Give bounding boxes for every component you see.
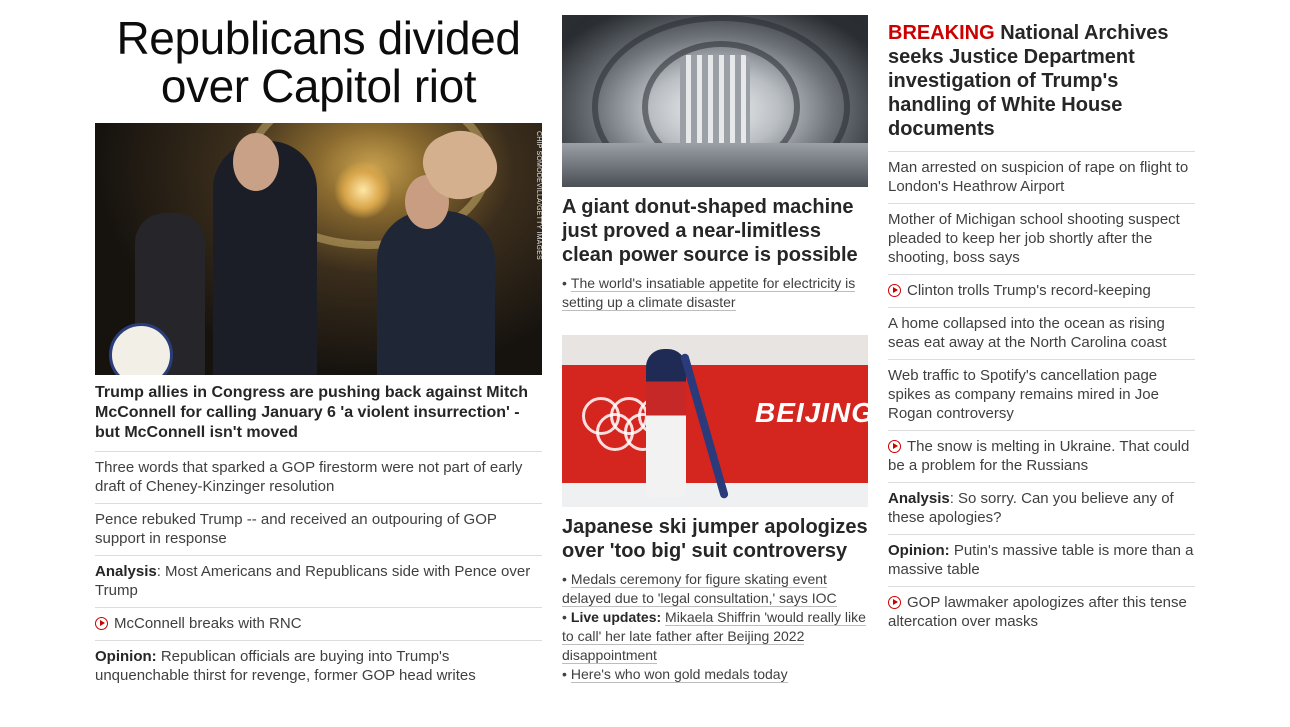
related-item: Medals ceremony for figure skating event… bbox=[562, 570, 868, 608]
headline-item: Web traffic to Spotify's cancellation pa… bbox=[888, 360, 1195, 431]
headline-item: GOP lawmaker apologizes after this tense… bbox=[888, 587, 1195, 638]
headline-tag: Analysis bbox=[95, 563, 157, 580]
live-updates-label: Live updates: bbox=[570, 609, 662, 625]
related-item: The world's insatiable appetite for elec… bbox=[562, 274, 868, 312]
breaking-label: BREAKING bbox=[888, 22, 995, 44]
headline-tag: Analysis bbox=[888, 490, 950, 507]
tokamak-story-title[interactable]: A giant donut-shaped machine just proved… bbox=[562, 195, 868, 267]
headline-text: Pence rebuked Trump -- and received an o… bbox=[95, 511, 497, 547]
tokamak-related-links: The world's insatiable appetite for elec… bbox=[562, 274, 868, 312]
related-link-here-s-who-won-gold-medals-today[interactable]: Here's who won gold medals today bbox=[570, 666, 788, 683]
headline-text: Man arrested on suspicion of rape on fli… bbox=[888, 159, 1189, 195]
tokamak-image[interactable] bbox=[562, 15, 868, 187]
headline-text: Most Americans and Republicans side with… bbox=[95, 563, 531, 599]
headline-item: Analysis: Most Americans and Republicans… bbox=[95, 556, 542, 608]
ski-story-title[interactable]: Japanese ski jumper apologizes over 'too… bbox=[562, 515, 868, 563]
headline-link-clinton-trolls-trump-s-record-keeping[interactable]: Clinton trolls Trump's record-keeping bbox=[888, 282, 1151, 299]
headline-item: Pence rebuked Trump -- and received an o… bbox=[95, 504, 542, 556]
headline-link-a-home-collapsed-into-the-ocean-as-risin[interactable]: A home collapsed into the ocean as risin… bbox=[888, 315, 1166, 351]
headline-text: Clinton trolls Trump's record-keeping bbox=[907, 282, 1151, 299]
ski-jumper-image[interactable]: BEIJING bbox=[562, 335, 868, 507]
play-video-icon bbox=[888, 440, 901, 453]
headline-tag: Opinion: bbox=[888, 542, 950, 559]
headline-link-gop-lawmaker-apologizes-after-this-tense[interactable]: GOP lawmaker apologizes after this tense… bbox=[888, 594, 1187, 630]
play-video-icon bbox=[888, 284, 901, 297]
headline-item: Three words that sparked a GOP firestorm… bbox=[95, 452, 542, 504]
headline-text: The snow is melting in Ukraine. That cou… bbox=[888, 438, 1190, 474]
headline-item: The snow is melting in Ukraine. That cou… bbox=[888, 431, 1195, 483]
headline-item: A home collapsed into the ocean as risin… bbox=[888, 308, 1195, 360]
headline-text: Three words that sparked a GOP firestorm… bbox=[95, 459, 523, 495]
lead-story-column: Republicans divided over Capitol riot CH… bbox=[95, 14, 542, 692]
breaking-headline[interactable]: BREAKING National Archives seeks Justice… bbox=[888, 21, 1195, 152]
headline-item: Clinton trolls Trump's record-keeping bbox=[888, 275, 1195, 308]
feature-column: A giant donut-shaped machine just proved… bbox=[562, 15, 868, 684]
headline-link-republican-officials-are-buying-into-tru[interactable]: Opinion: Republican officials are buying… bbox=[95, 648, 476, 684]
lead-caption-link[interactable]: Trump allies in Congress are pushing bac… bbox=[95, 383, 542, 452]
photo-credit: CHIP SOMODEVILLA/GETTY IMAGES bbox=[535, 131, 542, 260]
related-link-medals-ceremony-for-figure-skating-event[interactable]: Medals ceremony for figure skating event… bbox=[562, 571, 837, 607]
headline-links: Man arrested on suspicion of rape on fli… bbox=[888, 152, 1195, 638]
headline-text: Mother of Michigan school shooting suspe… bbox=[888, 211, 1180, 266]
headline-item: Mother of Michigan school shooting suspe… bbox=[888, 204, 1195, 275]
headline-link-man-arrested-on-suspicion-of-rape-on-fli[interactable]: Man arrested on suspicion of rape on fli… bbox=[888, 159, 1188, 195]
headline-tag: Opinion: bbox=[95, 648, 157, 665]
headline-item: Opinion: Republican officials are buying… bbox=[95, 641, 542, 692]
headline-item: Opinion: Putin's massive table is more t… bbox=[888, 535, 1195, 587]
headline-link-putin-s-massive-table-is-more-than-a-mas[interactable]: Opinion: Putin's massive table is more t… bbox=[888, 542, 1193, 578]
ski-related-links: Medals ceremony for figure skating event… bbox=[562, 570, 868, 684]
play-video-icon bbox=[95, 617, 108, 630]
lead-story-image[interactable]: CHIP SOMODEVILLA/GETTY IMAGES bbox=[95, 123, 542, 375]
headlines-column: BREAKING National Archives seeks Justice… bbox=[888, 21, 1195, 638]
headline-text: McConnell breaks with RNC bbox=[114, 615, 302, 632]
lead-headline[interactable]: Republicans divided over Capitol riot bbox=[95, 14, 542, 110]
headline-text: A home collapsed into the ocean as risin… bbox=[888, 315, 1167, 351]
play-video-icon bbox=[888, 596, 901, 609]
headline-item: Analysis: So sorry. Can you believe any … bbox=[888, 483, 1195, 535]
chandelier-graphic bbox=[335, 161, 391, 219]
headline-link-most-americans-and-republicans-side-with[interactable]: Analysis: Most Americans and Republicans… bbox=[95, 563, 530, 599]
headline-link-mcconnell-breaks-with-rnc[interactable]: McConnell breaks with RNC bbox=[95, 615, 302, 632]
headline-link-web-traffic-to-spotify-s-cancellation-pa[interactable]: Web traffic to Spotify's cancellation pa… bbox=[888, 367, 1159, 422]
related-link-the-world-s-insatiable-appetite-for-elec[interactable]: The world's insatiable appetite for elec… bbox=[562, 275, 856, 311]
headline-text: Web traffic to Spotify's cancellation pa… bbox=[888, 367, 1159, 422]
headline-link-mother-of-michigan-school-shooting-suspe[interactable]: Mother of Michigan school shooting suspe… bbox=[888, 211, 1180, 266]
headline-link-the-snow-is-melting-in-ukraine-that-coul[interactable]: The snow is melting in Ukraine. That cou… bbox=[888, 438, 1189, 474]
headline-link-three-words-that-sparked-a-gop-firestorm[interactable]: Three words that sparked a GOP firestorm… bbox=[95, 459, 522, 495]
headline-item: McConnell breaks with RNC bbox=[95, 608, 542, 641]
related-item: Here's who won gold medals today bbox=[562, 665, 868, 684]
lead-related-links: Three words that sparked a GOP firestorm… bbox=[95, 452, 542, 692]
beijing-banner-text: BEIJING bbox=[755, 397, 868, 428]
headline-link-pence-rebuked-trump-and-received-an-outp[interactable]: Pence rebuked Trump -- and received an o… bbox=[95, 511, 497, 547]
related-item: Live updates: Mikaela Shiffrin 'would re… bbox=[562, 608, 868, 665]
headline-item: Man arrested on suspicion of rape on fli… bbox=[888, 152, 1195, 204]
headline-link-so-sorry-can-you-believe-any-of-these-ap[interactable]: Analysis: So sorry. Can you believe any … bbox=[888, 490, 1174, 526]
headline-text: GOP lawmaker apologizes after this tense… bbox=[888, 594, 1187, 630]
